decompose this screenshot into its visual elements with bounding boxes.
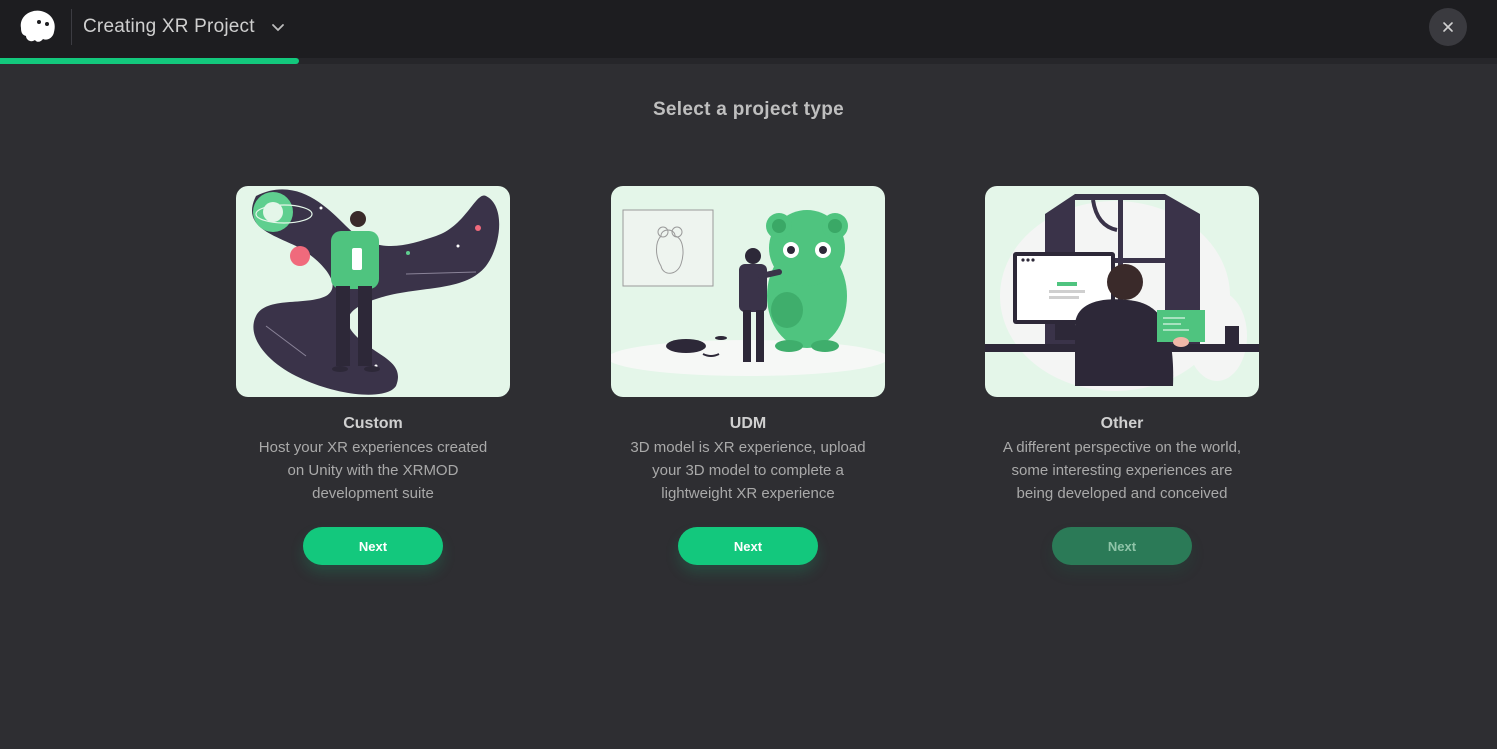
- project-type-card-udm: UDM 3D model is XR experience, upload yo…: [611, 186, 885, 565]
- close-icon: [1443, 22, 1453, 32]
- close-button[interactable]: [1429, 8, 1467, 46]
- project-type-card-custom: Custom Host your XR experiences created …: [236, 186, 510, 565]
- project-type-card-other: Other A different perspective on the wor…: [985, 186, 1259, 565]
- custom-illustration: [236, 186, 510, 397]
- card-description: Host your XR experiences created on Unit…: [258, 439, 488, 502]
- section-heading: Select a project type: [652, 99, 845, 120]
- progress-fill: [0, 58, 300, 64]
- chevron-down-icon[interactable]: [268, 18, 288, 38]
- card-description: 3D model is XR experience, upload your 3…: [630, 439, 866, 502]
- other-illustration: [985, 186, 1259, 397]
- card-title: Custom: [343, 415, 403, 432]
- header-divider: [71, 9, 72, 45]
- next-button-custom[interactable]: Next: [303, 527, 443, 565]
- udm-illustration: [611, 186, 885, 397]
- next-button-udm[interactable]: Next: [678, 527, 818, 565]
- card-title: UDM: [729, 415, 767, 432]
- top-bar: Creating XR Project: [0, 0, 1497, 58]
- page-title: Creating XR Project: [83, 16, 255, 37]
- card-description: A different perspective on the world, so…: [1002, 439, 1242, 502]
- next-button-other[interactable]: Next: [1052, 527, 1192, 565]
- card-title: Other: [1100, 415, 1144, 432]
- progress-bar: [0, 58, 1497, 64]
- ghost-logo-icon: [20, 10, 55, 42]
